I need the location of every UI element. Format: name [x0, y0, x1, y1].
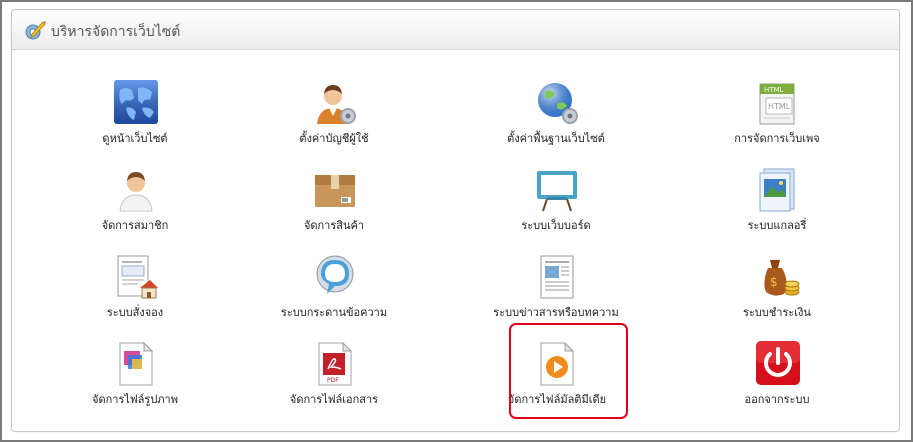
- gallery-icon: [759, 168, 795, 212]
- menu-item-label: ระบบแกลอรี่: [747, 219, 807, 232]
- svg-text:$: $: [770, 275, 778, 289]
- menu-item-label: ระบบเว็บบอร์ด: [521, 219, 591, 232]
- message-bubble-icon: [316, 255, 354, 294]
- menu-item-webboard[interactable]: ระบบเว็บบอร์ด: [456, 165, 656, 245]
- menu-item-website-settings[interactable]: ตั้งค่าพื้นฐานเว็บไซต์: [456, 78, 656, 158]
- menu-item-logout[interactable]: ออกจากระบบ: [677, 339, 877, 419]
- member-icon: [119, 172, 153, 212]
- menu-item-label: ออกจากระบบ: [744, 393, 810, 406]
- newspaper-icon: [540, 255, 574, 299]
- menu-item-user-settings[interactable]: ตั้งค่าบัญชีผู้ใช้: [234, 78, 434, 158]
- money-bag-icon: $: [764, 260, 800, 296]
- menu-item-label: ระบบกระดานข้อความ: [280, 306, 388, 319]
- pdf-file-icon: PDF: [318, 341, 353, 386]
- menu-item-webpage-management[interactable]: HTML HTML การจัดการเว็บเพจ: [677, 78, 877, 158]
- menu-item-label: จัดการสมาชิก: [101, 219, 169, 232]
- globe-icon: [114, 80, 158, 124]
- menu-item-label: ดูหน้าเว็บไซต์: [102, 132, 168, 145]
- panel-header: บริหารจัดการเว็บไซต์: [12, 10, 899, 50]
- reservation-form-icon: [117, 255, 158, 299]
- globe-settings-icon: [538, 83, 578, 124]
- menu-item-label: ตั้งค่าพื้นฐานเว็บไซต์: [507, 132, 605, 145]
- menu-item-products[interactable]: จัดการสินค้า: [234, 165, 434, 245]
- svg-text:PDF: PDF: [327, 377, 339, 384]
- html-page-icon: HTML HTML: [759, 83, 795, 125]
- menu-item-gallery[interactable]: ระบบแกลอรี่: [677, 165, 877, 245]
- menu-item-members[interactable]: จัดการสมาชิก: [35, 165, 235, 245]
- menu-item-label: จัดการไฟล์รูปภาพ: [92, 393, 178, 406]
- menu-item-label: การจัดการเว็บเพจ: [734, 132, 820, 145]
- image-file-icon: [119, 341, 154, 386]
- menu-item-messageboard[interactable]: ระบบกระดานข้อความ: [234, 252, 434, 332]
- menu-item-label: ตั้งค่าบัญชีผู้ใช้: [299, 132, 369, 145]
- selection-highlight: [509, 323, 628, 419]
- menu-item-view-website[interactable]: ดูหน้าเว็บไซต์: [35, 78, 235, 158]
- menu-item-label: จัดการสินค้า: [303, 219, 365, 232]
- admin-panel: บริหารจัดการเว็บไซต์ ดูหน้าเว็บไซต์ ตั้ง…: [11, 9, 900, 432]
- menu-item-document-files[interactable]: PDF จัดการไฟล์เอกสาร: [234, 339, 434, 419]
- menu-item-label: ระบบข่าวสารหรือบทความ: [493, 306, 619, 319]
- menu-item-label: ระบบสั่งจอง: [106, 306, 164, 319]
- panel-title: บริหารจัดการเว็บไซต์: [51, 24, 181, 40]
- svg-text:HTML: HTML: [768, 102, 791, 111]
- product-box-icon: [315, 175, 355, 207]
- menu-item-label: จัดการไฟล์เอกสาร: [289, 393, 379, 406]
- menu-item-news[interactable]: ระบบข่าวสารหรือบทความ: [456, 252, 656, 332]
- menu-item-reservation[interactable]: ระบบสั่งจอง: [35, 252, 235, 332]
- power-icon: [756, 341, 800, 385]
- menu-item-label: ระบบชำระเงิน: [743, 306, 811, 319]
- menu-item-image-files[interactable]: จัดการไฟล์รูปภาพ: [35, 339, 235, 419]
- svg-text:HTML: HTML: [764, 86, 784, 94]
- user-settings-icon: [317, 85, 356, 124]
- menu-grid: ดูหน้าเว็บไซต์ ตั้งค่าบัญชีผู้ใช้ ตั้งค่…: [12, 50, 899, 430]
- pencil-settings-icon: [25, 21, 46, 40]
- menu-item-payment[interactable]: $ ระบบชำระเงิน: [677, 252, 877, 332]
- whiteboard-icon: [537, 171, 577, 212]
